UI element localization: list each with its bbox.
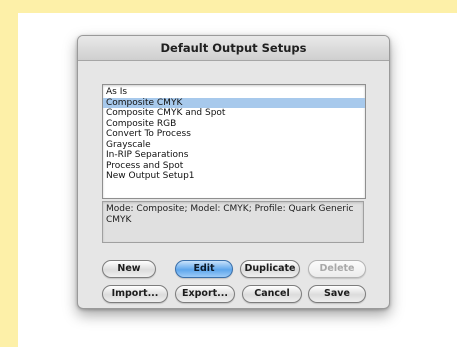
delete-button: Delete	[308, 260, 366, 278]
list-item-in-rip-separations[interactable]: In-RIP Separations	[103, 150, 365, 161]
cancel-button[interactable]: Cancel	[242, 285, 302, 303]
list-item-as-is[interactable]: As Is	[103, 87, 365, 98]
setup-description: Mode: Composite; Model: CMYK; Profile: Q…	[102, 201, 364, 243]
output-setups-list[interactable]: As Is Composite CMYK Composite CMYK and …	[102, 84, 366, 199]
dialog-title: Default Output Setups	[78, 36, 389, 61]
list-item-composite-cmyk-and-spot[interactable]: Composite CMYK and Spot	[103, 108, 365, 119]
default-output-setups-dialog: Default Output Setups As Is Composite CM…	[77, 35, 390, 309]
edit-button[interactable]: Edit	[175, 260, 233, 278]
new-button[interactable]: New	[102, 260, 156, 278]
duplicate-button[interactable]: Duplicate	[240, 260, 300, 278]
list-item-new-output-setup1[interactable]: New Output Setup1	[103, 171, 365, 182]
list-item-grayscale[interactable]: Grayscale	[103, 140, 365, 151]
list-item-process-and-spot[interactable]: Process and Spot	[103, 161, 365, 172]
list-item-composite-cmyk[interactable]: Composite CMYK	[103, 97, 365, 108]
export-button[interactable]: Export...	[175, 285, 235, 303]
list-item-convert-to-process[interactable]: Convert To Process	[103, 129, 365, 140]
import-button[interactable]: Import...	[102, 285, 168, 303]
save-button[interactable]: Save	[308, 285, 366, 303]
list-item-composite-rgb[interactable]: Composite RGB	[103, 119, 365, 130]
